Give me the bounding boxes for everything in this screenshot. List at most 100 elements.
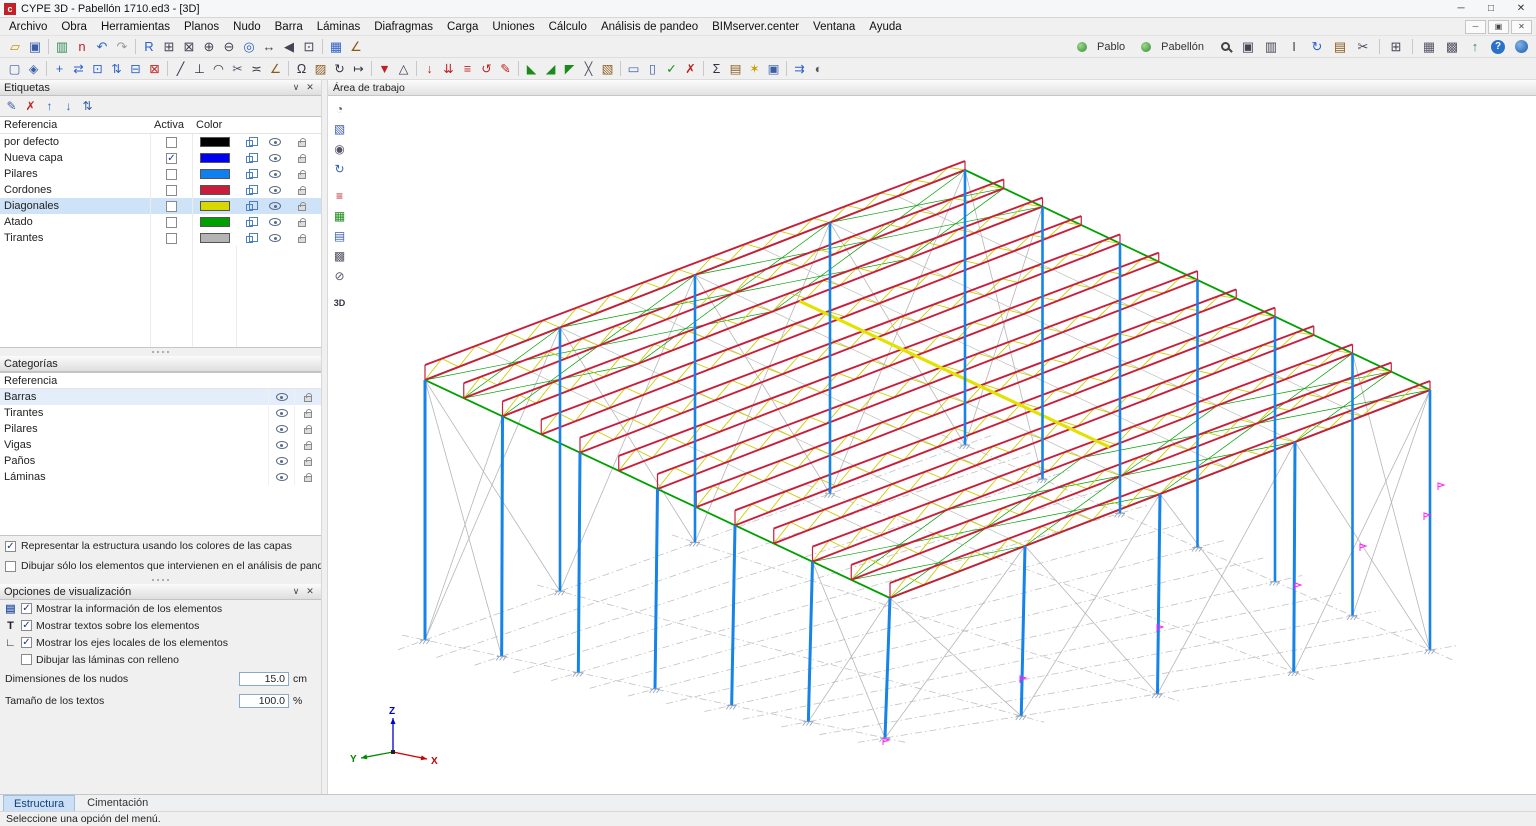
eye-icon[interactable] (269, 154, 281, 162)
node-align-icon[interactable]: ⇅ (107, 59, 126, 78)
load-moment-icon[interactable]: ↺ (477, 59, 496, 78)
tips-icon[interactable]: ✶ (745, 59, 764, 78)
zoom-in-icon[interactable]: ⊕ (199, 37, 219, 56)
layer-active-checkbox[interactable] (166, 184, 177, 196)
paint-layer-icon[interactable]: ▧ (598, 59, 617, 78)
layer-active-checkbox[interactable] (166, 216, 177, 228)
menu-herramientas[interactable]: Herramientas (94, 18, 177, 35)
layer-up-icon[interactable]: ↑ (41, 98, 58, 115)
layer-active-checkbox[interactable] (166, 168, 177, 180)
menu-láminas[interactable]: Láminas (310, 18, 367, 35)
plate-icon[interactable]: ▭ (624, 59, 643, 78)
menu-barra[interactable]: Barra (268, 18, 310, 35)
layer-down-icon[interactable]: ↓ (60, 98, 77, 115)
load-line-icon[interactable]: ⇊ (439, 59, 458, 78)
truss-type3-icon[interactable]: ◤ (560, 59, 579, 78)
node-delete-icon[interactable]: ⊠ (145, 59, 164, 78)
flows-icon[interactable]: ⇉ (790, 59, 809, 78)
display-option-checkbox[interactable] (5, 560, 16, 572)
project-icon[interactable] (1141, 41, 1152, 52)
truss-type1-icon[interactable]: ◣ (522, 59, 541, 78)
close-button[interactable]: ✕ (1506, 0, 1536, 17)
child-close-button[interactable]: ✕ (1511, 19, 1532, 34)
cype-update-icon[interactable]: n (72, 37, 92, 56)
zoom-extents-icon[interactable]: ⊞ (159, 37, 179, 56)
menu-carga[interactable]: Carga (440, 18, 485, 35)
visualization-checkbox[interactable]: ✓ (21, 620, 32, 631)
redraw-icon[interactable]: ◎ (239, 37, 259, 56)
lock-icon[interactable] (304, 473, 312, 482)
user-icon[interactable] (1072, 37, 1092, 56)
node-bind-icon[interactable]: ⊡ (88, 59, 107, 78)
tools-icon[interactable]: ✂ (1353, 37, 1373, 56)
menu-planos[interactable]: Planos (177, 18, 226, 35)
layer-row[interactable]: Diagonales (0, 198, 321, 214)
bar-angle-icon[interactable]: ∠ (266, 59, 285, 78)
table-icon[interactable]: ▤ (331, 227, 348, 244)
layer-colors-icon[interactable]: ≡ (331, 187, 348, 204)
panel-resize-splitter[interactable] (321, 80, 328, 794)
hide-elements-icon[interactable]: ⊘ (331, 267, 348, 284)
eye-icon[interactable] (275, 393, 288, 401)
bar-cut-icon[interactable]: ✂ (228, 59, 247, 78)
category-row[interactable]: Tirantes (0, 405, 321, 421)
layer-active-checkbox[interactable] (166, 136, 177, 148)
layer-row[interactable]: Nueva capa ✓ (0, 150, 321, 166)
grid-icon[interactable]: ⊞ (1386, 37, 1406, 56)
tab-estructura[interactable]: Estructura (3, 795, 76, 811)
lock-icon[interactable] (297, 186, 306, 195)
cube-icon[interactable] (245, 233, 258, 243)
redo-icon[interactable]: ↷ (112, 37, 132, 56)
orbit-icon[interactable]: ↻ (331, 160, 348, 177)
child-restore-button[interactable]: ▣ (1488, 19, 1509, 34)
maximize-button[interactable]: □ (1476, 0, 1506, 17)
undo-icon[interactable]: ↶ (92, 37, 112, 56)
category-row[interactable]: Paños (0, 453, 321, 469)
bar-join-icon[interactable]: ≍ (247, 59, 266, 78)
menu-diafragmas[interactable]: Diafragmas (367, 18, 440, 35)
lock-icon[interactable] (304, 409, 312, 418)
category-row[interactable]: Barras (0, 389, 321, 405)
visualization-checkbox[interactable]: ✓ (21, 637, 32, 648)
workspace-canvas[interactable]: Z X Y ◔ ▧ ◉ ↻ ≡ ▦ ▤ ▩ ⊘ 3D (328, 96, 1536, 794)
load-edit-icon[interactable]: ✎ (496, 59, 515, 78)
eye-icon[interactable] (275, 409, 288, 417)
layer-color-swatch[interactable] (199, 137, 230, 147)
panel-splitter-handle[interactable] (0, 576, 321, 584)
eye-icon[interactable] (269, 218, 281, 226)
user-name[interactable]: Pablo (1097, 41, 1125, 53)
cube-icon[interactable] (245, 137, 258, 147)
category-row[interactable]: Láminas (0, 469, 321, 485)
export-bim-icon[interactable]: ↑ (1465, 37, 1485, 56)
visualizacion-close-button[interactable]: ✕ (303, 586, 317, 597)
layer-color-swatch[interactable] (199, 233, 230, 243)
print-icon[interactable]: ▦ (1419, 37, 1439, 56)
results-icon[interactable]: ▤ (726, 59, 745, 78)
visibility-icon[interactable]: ◉ (331, 140, 348, 157)
category-row[interactable]: Pilares (0, 421, 321, 437)
menu-ventana[interactable]: Ventana (806, 18, 862, 35)
info-icon[interactable]: ▣ (764, 59, 783, 78)
resources-icon[interactable]: ▥ (52, 37, 72, 56)
truss-type2-icon[interactable]: ◢ (541, 59, 560, 78)
layer-color-swatch[interactable] (199, 185, 230, 195)
user-icon[interactable] (1077, 41, 1088, 52)
menu-análisis-de-pandeo[interactable]: Análisis de pandeo (594, 18, 705, 35)
cube-icon[interactable] (245, 153, 258, 163)
layers-icon[interactable]: ▩ (331, 247, 348, 264)
full-view-icon[interactable]: ⊡ (299, 37, 319, 56)
layer-color-swatch[interactable] (199, 217, 230, 227)
workspace-icon[interactable]: ◈ (24, 59, 43, 78)
offset-icon[interactable]: ↦ (349, 59, 368, 78)
view-3d-icon[interactable]: 3D (331, 294, 348, 311)
lock-icon[interactable] (297, 202, 306, 211)
eye-icon[interactable] (275, 425, 288, 433)
menu-cálculo[interactable]: Cálculo (542, 18, 594, 35)
mesh-icon[interactable]: ▦ (331, 207, 348, 224)
views-icon[interactable]: ▥ (1261, 37, 1281, 56)
report-icon[interactable]: ▤ (1330, 37, 1350, 56)
help-icon[interactable]: ? (1488, 37, 1508, 56)
contrast-icon[interactable]: ◐ (809, 59, 828, 78)
layer-row[interactable]: Atado (0, 214, 321, 230)
edit-layers-icon[interactable]: ✎ (3, 98, 20, 115)
